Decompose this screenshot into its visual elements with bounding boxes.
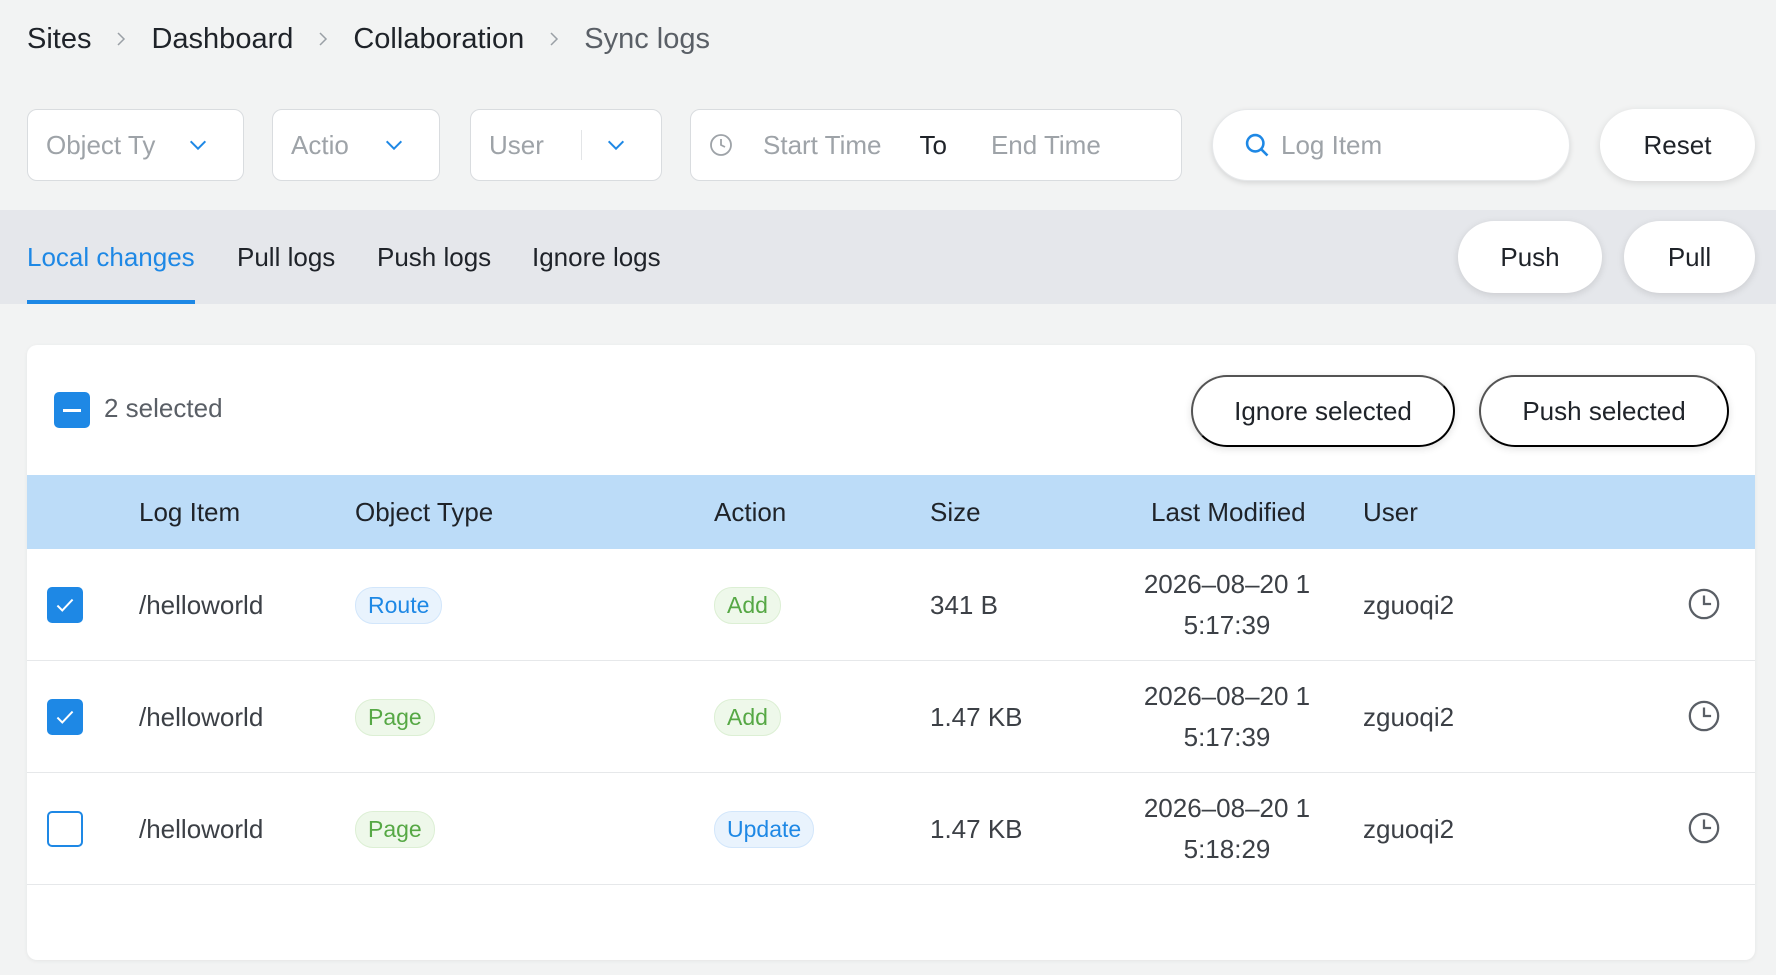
search-placeholder: Log Item (1281, 129, 1383, 160)
header-user[interactable]: User (1363, 475, 1418, 549)
push-selected-button[interactable]: Push selected (1479, 375, 1729, 447)
row-checkbox[interactable] (47, 811, 83, 847)
tab-pull-logs[interactable]: Pull logs (237, 210, 335, 304)
breadcrumb-dashboard[interactable]: Dashboard (151, 23, 293, 56)
log-item-cell: /helloworld (139, 813, 264, 844)
check-icon (56, 598, 74, 612)
history-icon[interactable] (1687, 811, 1721, 845)
search-icon (1245, 133, 1269, 157)
selection-toolbar: 2 selected Ignore selected Push selected (27, 345, 1755, 475)
last-modified-date: 2026–08–20 1 (1143, 569, 1311, 599)
object-type-tag: Route (355, 586, 443, 624)
header-log-item[interactable]: Log Item (139, 475, 240, 549)
start-time-input[interactable]: Start Time (763, 130, 881, 161)
selection-count: 2 selected (104, 393, 223, 423)
log-item-search[interactable]: Log Item (1212, 109, 1570, 181)
last-modified-date: 2026–08–20 1 (1143, 681, 1311, 711)
user-select[interactable]: User (470, 109, 662, 181)
action-placeholder: Actio (291, 129, 349, 160)
reset-button[interactable]: Reset (1600, 109, 1755, 181)
chevron-down-icon (385, 140, 403, 151)
table-header: Log Item Object Type Action Size Last Mo… (27, 475, 1755, 549)
time-range-picker[interactable]: Start Time To End Time (690, 109, 1182, 181)
tab-local-changes[interactable]: Local changes (27, 210, 195, 304)
filter-bar: Object Ty Actio User Start Time To End T… (0, 109, 1776, 181)
last-modified-cell: 2026–08–20 1 5:18:29 (1137, 773, 1317, 885)
range-to-label: To (919, 129, 947, 160)
last-modified-cell: 2026–08–20 1 5:17:39 (1137, 661, 1317, 773)
local-changes-card: 2 selected Ignore selected Push selected… (27, 345, 1755, 960)
table-row[interactable]: /helloworld Page Update 1.47 KB 2026–08–… (27, 773, 1755, 885)
history-icon[interactable] (1687, 699, 1721, 733)
user-cell: zguoqi2 (1363, 589, 1455, 620)
last-modified-cell: 2026–08–20 1 5:17:39 (1137, 549, 1317, 661)
indeterminate-icon (63, 408, 81, 412)
last-modified-time: 5:17:39 (1183, 722, 1271, 752)
header-last-modified[interactable]: Last Modified (1151, 475, 1306, 549)
object-type-tag: Page (355, 810, 435, 848)
row-checkbox[interactable] (47, 699, 83, 735)
header-action[interactable]: Action (714, 475, 786, 549)
tab-push-logs[interactable]: Push logs (377, 210, 491, 304)
object-type-tag: Page (355, 698, 435, 736)
action-tag: Add (714, 698, 781, 736)
object-type-select[interactable]: Object Ty (27, 109, 244, 181)
user-placeholder: User (489, 129, 544, 160)
chevron-down-icon (189, 140, 207, 151)
last-modified-time: 5:18:29 (1183, 834, 1271, 864)
tab-ignore-logs[interactable]: Ignore logs (532, 210, 661, 304)
breadcrumb-sites[interactable]: Sites (27, 23, 91, 56)
push-button[interactable]: Push (1458, 221, 1602, 293)
tabs-bar: Local changes Pull logs Push logs Ignore… (0, 210, 1776, 304)
chevron-right-icon (524, 30, 584, 48)
user-cell: zguoqi2 (1363, 701, 1455, 732)
user-cell: zguoqi2 (1363, 813, 1455, 844)
select-divider (581, 130, 582, 160)
clock-icon (710, 134, 732, 156)
breadcrumb: Sites Dashboard Collaboration Sync logs (27, 20, 710, 58)
row-checkbox[interactable] (47, 587, 83, 623)
last-modified-date: 2026–08–20 1 (1143, 793, 1311, 823)
action-select[interactable]: Actio (272, 109, 440, 181)
log-item-cell: /helloworld (139, 701, 264, 732)
log-item-cell: /helloworld (139, 589, 264, 620)
breadcrumb-collaboration[interactable]: Collaboration (353, 23, 524, 56)
history-icon[interactable] (1687, 587, 1721, 621)
table-row[interactable]: /helloworld Route Add 341 B 2026–08–20 1… (27, 549, 1755, 661)
chevron-right-icon (293, 30, 353, 48)
table-row[interactable]: /helloworld Page Add 1.47 KB 2026–08–20 … (27, 661, 1755, 773)
object-type-placeholder: Object Ty (46, 129, 156, 160)
action-tag: Add (714, 586, 781, 624)
size-cell: 341 B (930, 589, 998, 620)
ignore-selected-button[interactable]: Ignore selected (1191, 375, 1455, 447)
header-size[interactable]: Size (930, 475, 981, 549)
action-tag: Update (714, 810, 815, 848)
chevron-down-icon (607, 140, 625, 151)
pull-button[interactable]: Pull (1624, 221, 1755, 293)
select-all-checkbox[interactable] (54, 392, 90, 428)
check-icon (56, 710, 74, 724)
size-cell: 1.47 KB (930, 813, 1023, 844)
last-modified-time: 5:17:39 (1183, 610, 1271, 640)
header-object-type[interactable]: Object Type (355, 475, 493, 549)
size-cell: 1.47 KB (930, 701, 1023, 732)
breadcrumb-sync-logs: Sync logs (584, 22, 710, 55)
chevron-right-icon (91, 30, 151, 48)
end-time-input[interactable]: End Time (991, 130, 1101, 161)
